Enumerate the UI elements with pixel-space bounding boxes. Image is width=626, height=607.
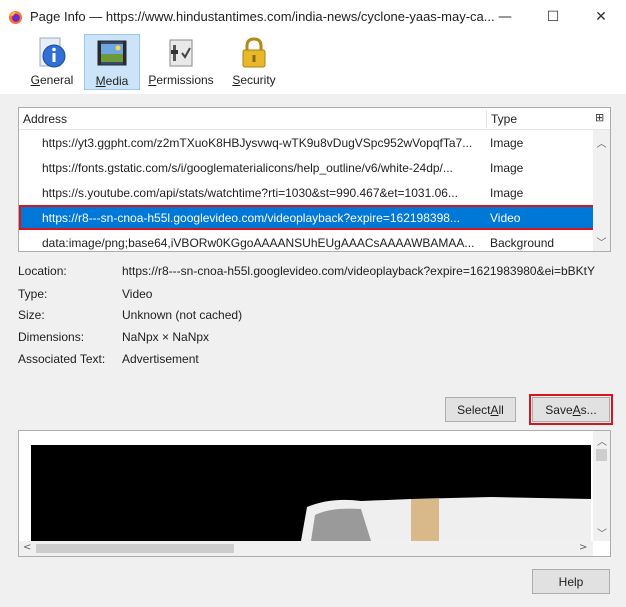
- maximize-button[interactable]: ☐: [530, 0, 576, 34]
- tab-general-label: General: [30, 73, 74, 87]
- scroll-up-icon[interactable]: ︿: [595, 135, 608, 150]
- minimize-button[interactable]: —: [482, 0, 528, 34]
- tab-security-label: Security: [232, 73, 276, 87]
- tab-general[interactable]: General: [24, 34, 80, 90]
- media-icon: [97, 40, 127, 66]
- tab-media[interactable]: Media: [84, 34, 140, 90]
- media-list[interactable]: Address Type ⊞ https://yt3.ggpht.com/z2m…: [18, 107, 611, 252]
- list-item-selected[interactable]: https://r8---sn-cnoa-h55l.googlevideo.co…: [19, 205, 595, 230]
- scrollbar-thumb[interactable]: [596, 449, 607, 461]
- window-title: Page Info — https://www.hindustantimes.c…: [30, 9, 495, 24]
- preview-horizontal-scrollbar[interactable]: < >: [19, 541, 593, 556]
- list-item-type: Video: [490, 211, 521, 225]
- list-item[interactable]: https://fonts.gstatic.com/s/i/googlemate…: [19, 155, 595, 180]
- title-bar: Page Info — https://www.hindustantimes.c…: [0, 0, 626, 34]
- list-item[interactable]: https://yt3.ggpht.com/z2mTXuoK8HBJysvwq-…: [19, 130, 595, 155]
- tab-permissions[interactable]: Permissions: [144, 34, 218, 90]
- list-item[interactable]: data:image/png;base64,iVBORw0KGgoAAAANSU…: [19, 230, 595, 251]
- list-item-type: Background: [490, 236, 555, 250]
- page-info-toolbar: General Media Permissions Security: [0, 34, 626, 92]
- tab-media-label: Media: [95, 74, 129, 88]
- column-header-address[interactable]: Address: [23, 112, 67, 126]
- column-divider[interactable]: [486, 110, 487, 128]
- select-all-button[interactable]: Select All: [445, 397, 516, 422]
- close-button[interactable]: ✕: [578, 0, 624, 34]
- media-panel: Address Type ⊞ https://yt3.ggpht.com/z2m…: [0, 95, 626, 607]
- scroll-right-icon[interactable]: >: [579, 542, 587, 553]
- permissions-icon: [169, 39, 193, 67]
- location-value: https://r8---sn-cnoa-h55l.googlevideo.co…: [122, 264, 595, 278]
- list-item[interactable]: https://s.youtube.com/api/stats/watchtim…: [19, 180, 595, 205]
- dimensions-label: Dimensions:: [18, 330, 85, 344]
- video-preview-image: [31, 445, 591, 541]
- scroll-left-icon[interactable]: <: [23, 542, 31, 553]
- save-as-button[interactable]: Save As...: [529, 394, 613, 425]
- media-list-rows: https://yt3.ggpht.com/z2mTXuoK8HBJysvwq-…: [19, 130, 595, 251]
- type-value: Video: [122, 287, 153, 301]
- list-item-address: https://r8---sn-cnoa-h55l.googlevideo.co…: [42, 211, 460, 225]
- tab-permissions-label: Permissions: [148, 73, 214, 87]
- list-item-address: https://s.youtube.com/api/stats/watchtim…: [42, 186, 458, 200]
- tab-security[interactable]: Security: [226, 34, 282, 90]
- location-label: Location:: [18, 264, 67, 278]
- scroll-down-icon[interactable]: ﹀: [595, 234, 608, 249]
- firefox-icon: [8, 10, 23, 25]
- size-label: Size:: [18, 308, 45, 322]
- lock-icon: [242, 37, 266, 68]
- size-value: Unknown (not cached): [122, 308, 243, 322]
- list-item-type: Image: [490, 161, 524, 175]
- dimensions-value: NaNpx × NaNpx: [122, 330, 210, 344]
- list-item-type: Image: [490, 136, 524, 150]
- media-preview: ︿ ﹀ < >: [18, 430, 611, 557]
- list-item-type: Image: [490, 186, 524, 200]
- associated-text-label: Associated Text:: [18, 352, 106, 366]
- video-frame-graphic: [31, 445, 591, 541]
- list-item-address: https://fonts.gstatic.com/s/i/googlemate…: [42, 161, 453, 175]
- column-picker-icon[interactable]: ⊞: [595, 111, 609, 125]
- scroll-up-icon[interactable]: ︿: [597, 433, 607, 448]
- column-header-type[interactable]: Type: [491, 112, 517, 126]
- help-button[interactable]: Help: [532, 569, 610, 594]
- scroll-down-icon[interactable]: ﹀: [597, 525, 607, 540]
- media-list-scrollbar[interactable]: ︿ ﹀: [593, 130, 610, 251]
- scrollbar-thumb[interactable]: [36, 544, 234, 553]
- list-item-address: https://yt3.ggpht.com/z2mTXuoK8HBJysvwq-…: [42, 136, 473, 150]
- associated-text-value: Advertisement: [122, 352, 199, 366]
- media-list-header: Address Type ⊞: [19, 108, 610, 130]
- preview-vertical-scrollbar[interactable]: ︿ ﹀: [593, 431, 610, 541]
- list-item-address: data:image/png;base64,iVBORw0KGgoAAAANSU…: [42, 236, 475, 250]
- info-icon: [39, 37, 66, 68]
- type-label: Type:: [18, 287, 48, 301]
